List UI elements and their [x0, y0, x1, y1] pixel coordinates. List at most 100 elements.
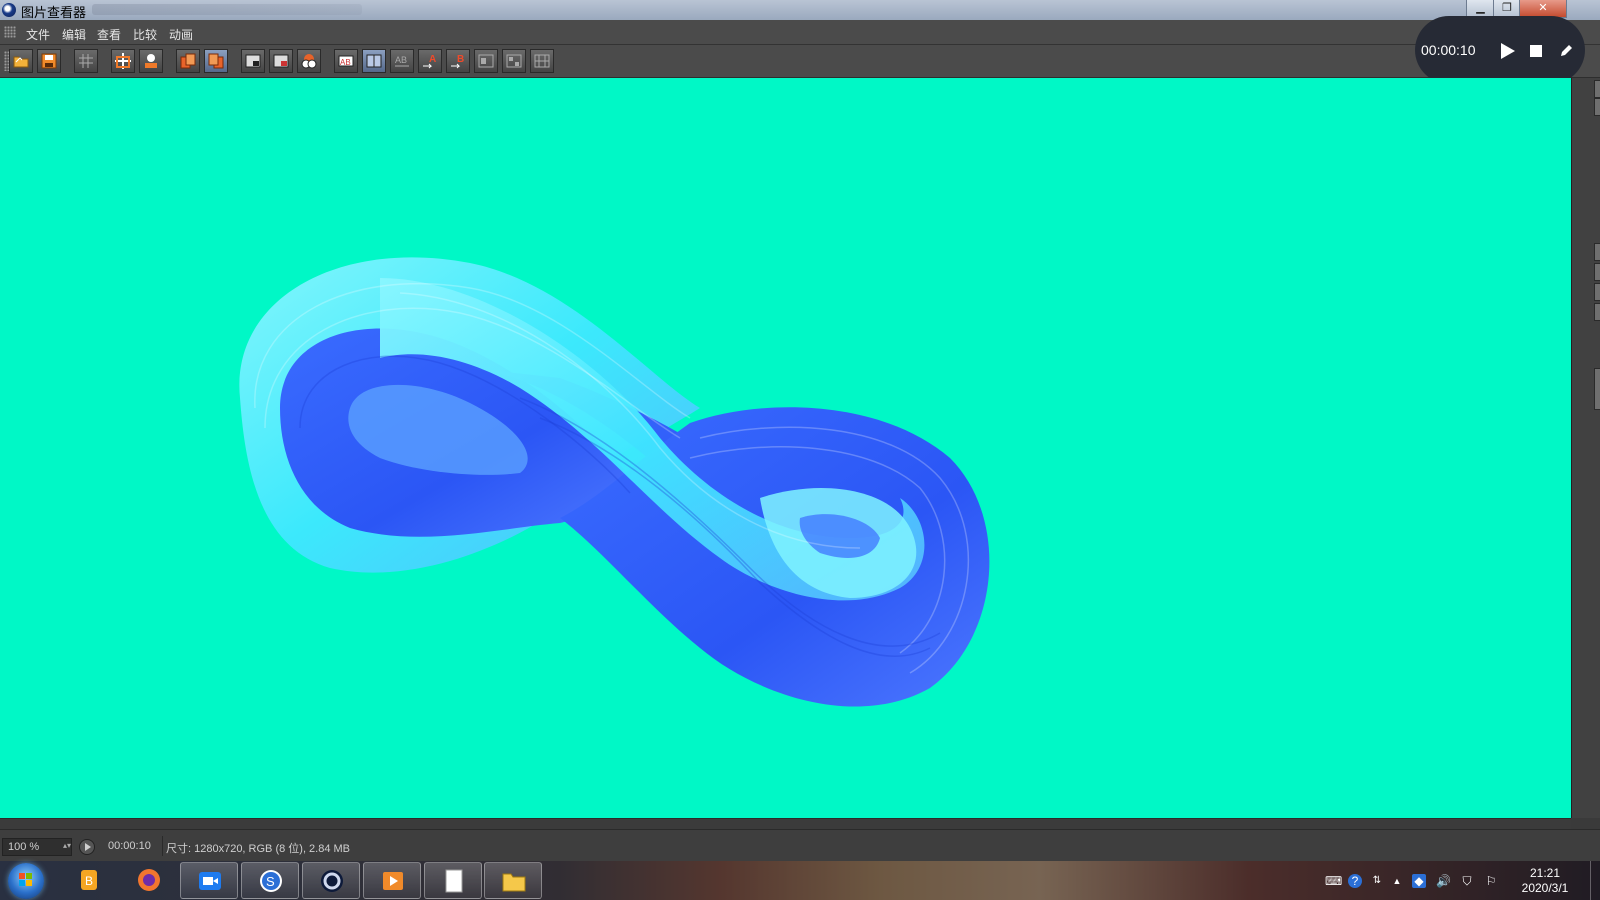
coins-icon: B [81, 870, 97, 890]
panel-tab-3[interactable] [1594, 243, 1600, 261]
zoom-value: 100 % [8, 841, 40, 853]
panel-tab-5[interactable] [1594, 283, 1600, 301]
clock[interactable]: 21:21 2020/3/1 [1505, 866, 1585, 896]
taskbar: B S ⌨ ? ⇅ ▲ ◆ 🔊 ⛉ ⚐ 21:21 2020/3/1 [0, 861, 1600, 900]
stamp-button[interactable] [139, 49, 163, 73]
recording-time: 00:00:10 [1421, 42, 1476, 58]
panel-tab-1[interactable] [1594, 80, 1600, 98]
menu-file[interactable]: 文件 [26, 26, 50, 43]
view-a-button[interactable] [241, 49, 265, 73]
menu-animation[interactable]: 动画 [169, 26, 193, 43]
toolbar: AB AB A B [0, 45, 1600, 78]
panel-tab-2[interactable] [1594, 98, 1600, 116]
crosshair-button[interactable] [111, 49, 135, 73]
view-b-icon [273, 54, 289, 68]
copy-right-button[interactable] [204, 49, 228, 73]
app-icon [2, 3, 16, 17]
taskbar-coins-app[interactable]: B [60, 862, 118, 899]
security-icon[interactable]: ⛉ [1460, 874, 1474, 888]
view-a-icon [245, 54, 261, 68]
volume-icon[interactable]: 🔊 [1436, 874, 1451, 888]
menu-grip [4, 26, 16, 38]
help-icon[interactable]: ? [1348, 874, 1362, 888]
save-button[interactable] [37, 49, 61, 73]
taskbar-video-meeting[interactable] [180, 862, 238, 899]
timeline-play-button[interactable] [79, 839, 95, 855]
ab-split-button[interactable] [362, 49, 386, 73]
panel-tab-4[interactable] [1594, 263, 1600, 281]
open-button[interactable] [9, 49, 33, 73]
action-center-icon[interactable]: ⚐ [1484, 874, 1498, 888]
clock-time: 21:21 [1529, 866, 1561, 880]
copy-left-icon [180, 53, 196, 69]
taskbar-firefox[interactable] [120, 862, 178, 899]
grid-button[interactable] [74, 49, 98, 73]
stamp-icon [145, 54, 157, 68]
svg-text:AB: AB [395, 55, 407, 65]
view-filter-button[interactable] [297, 49, 321, 73]
zoom-field[interactable]: 100 % ▴▾ [2, 838, 72, 856]
shield-icon[interactable]: ◆ [1412, 874, 1426, 888]
zoom-stepper-icon[interactable]: ▴▾ [63, 841, 71, 850]
ab-split-icon [366, 54, 382, 68]
layout-1-button[interactable] [474, 49, 498, 73]
title-path-blurred [92, 4, 362, 15]
panel-tab-7[interactable] [1594, 368, 1600, 410]
svg-text:B: B [457, 54, 464, 65]
image-info: 尺寸: 1280x720, RGB (8 位), 2.84 MB [166, 843, 351, 855]
b-arrow-icon: B [451, 54, 464, 69]
horizontal-scrollbar[interactable] [0, 818, 1571, 829]
status-time: 00:00:10 [108, 840, 151, 852]
menu-compare[interactable]: 比较 [133, 26, 157, 43]
status-divider [162, 836, 163, 856]
cinema4d-icon [321, 870, 343, 892]
layout-2-icon [506, 54, 522, 68]
taskbar-media-player[interactable] [363, 862, 421, 899]
title-bar: 图片查看器 ▁ ❐ ✕ [0, 0, 1600, 20]
sogou-icon: S [260, 870, 282, 892]
image-canvas[interactable] [0, 78, 1571, 818]
ab-icon: AB [338, 55, 354, 67]
menu-bar: 文件 编辑 查看 比较 动画 [0, 20, 1600, 45]
view-filter-icon [301, 54, 317, 69]
save-icon [41, 53, 57, 69]
a-arrow-button[interactable]: A [418, 49, 442, 73]
copy-right-icon [208, 53, 224, 69]
media-player-icon [383, 872, 403, 890]
panel-tab-6[interactable] [1594, 303, 1600, 321]
layout-1-icon [478, 54, 494, 68]
notepad-icon [445, 869, 463, 893]
pen-icon[interactable] [1559, 44, 1573, 58]
view-b-button[interactable] [269, 49, 293, 73]
ab-text-button[interactable]: AB [390, 49, 414, 73]
layout-3-icon [534, 54, 550, 68]
clock-date: 2020/3/1 [1521, 881, 1569, 895]
crosshair-icon [115, 53, 131, 69]
ab-button[interactable]: AB [334, 49, 358, 73]
windows-logo-icon [19, 873, 32, 886]
menu-edit[interactable]: 编辑 [62, 26, 86, 43]
svg-text:B: B [85, 874, 93, 888]
taskbar-sogou[interactable]: S [241, 862, 299, 899]
keyboard-icon[interactable]: ⌨ [1325, 874, 1342, 888]
firefox-icon [138, 869, 160, 891]
taskbar-file-explorer[interactable] [484, 862, 542, 899]
start-button[interactable] [8, 863, 44, 899]
taskbar-notepad[interactable] [424, 862, 482, 899]
network-icon[interactable]: ⇅ [1370, 874, 1384, 888]
show-desktop-button[interactable] [1590, 861, 1600, 900]
layout-3-button[interactable] [530, 49, 554, 73]
ab-text-icon: AB [395, 55, 409, 67]
layout-2-button[interactable] [502, 49, 526, 73]
status-bar: 100 % ▴▾ 00:00:10 尺寸: 1280x720, RGB (8 位… [0, 829, 1600, 862]
b-arrow-button[interactable]: B [446, 49, 470, 73]
play-icon[interactable] [1501, 43, 1515, 59]
infinity-ribbon-image [239, 257, 990, 707]
copy-left-button[interactable] [176, 49, 200, 73]
menu-view[interactable]: 查看 [97, 26, 121, 43]
taskbar-cinema4d[interactable] [302, 862, 360, 899]
svg-text:A: A [429, 54, 436, 65]
open-icon [13, 56, 29, 68]
stop-icon[interactable] [1530, 45, 1542, 57]
arrow-up-icon[interactable]: ▲ [1390, 874, 1404, 888]
